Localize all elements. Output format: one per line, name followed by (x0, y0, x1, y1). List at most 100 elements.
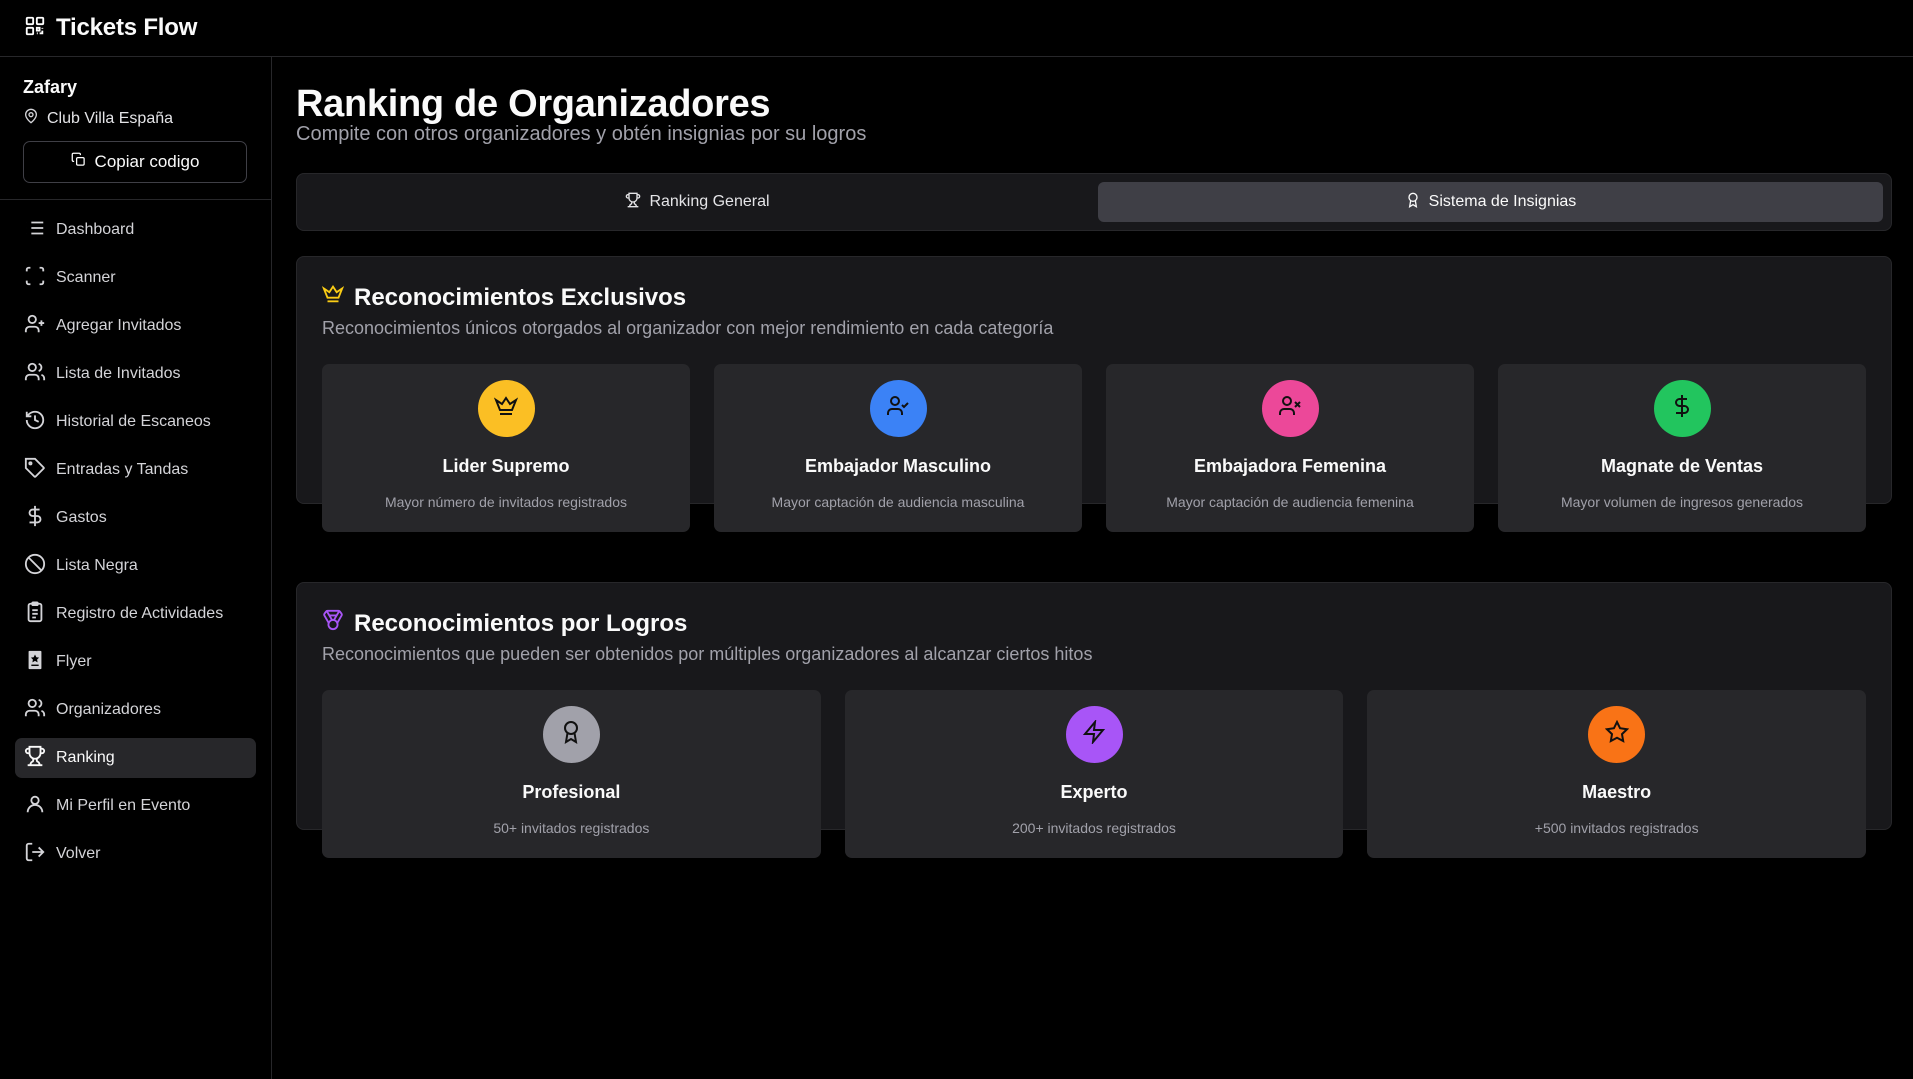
user-x-icon (1278, 394, 1302, 423)
user-check-icon (886, 394, 910, 423)
organizer-name: Zafary (23, 77, 78, 97)
panel-description: Reconocimientos únicos otorgados al orga… (322, 318, 1054, 338)
page-subtitle: Compite con otros organizadores y obtén … (296, 123, 867, 145)
sidebar-item-my-profile[interactable]: Mi Perfil en Evento (15, 786, 256, 826)
venue: Club Villa España (23, 108, 248, 129)
badge-title: Maestro (1582, 782, 1652, 802)
award-icon (1405, 192, 1421, 213)
sidebar-item-scan-history[interactable]: Historial de Escaneos (15, 402, 256, 442)
sidebar-item-label: Historial de Escaneos (56, 413, 211, 430)
badge-circle (1065, 706, 1123, 763)
badge-circle (1588, 706, 1646, 763)
logout-icon (24, 841, 46, 868)
sidebar-item-label: Agregar Invitados (56, 317, 182, 334)
sidebar-item-activity-log[interactable]: Registro de Actividades (15, 594, 256, 634)
badge-card-embajadora-femenina: Embajadora Femenina Mayor captación de a… (1106, 364, 1474, 532)
badge-card-embajador-masculino: Embajador Masculino Mayor captación de a… (714, 364, 1082, 532)
sidebar-header: Zafary Club Villa España Copiar codigo (0, 57, 271, 200)
sidebar-item-scanner[interactable]: Scanner (15, 258, 256, 298)
app-logo[interactable]: Tickets Flow (24, 14, 197, 42)
crown-icon (321, 283, 345, 312)
achievement-recognitions-panel: Reconocimientos por Logros Reconocimient… (296, 582, 1892, 858)
app-title: Tickets Flow (56, 14, 198, 41)
card-grid: Lider Supremo Mayor número de invitados … (322, 364, 1866, 532)
sidebar-item-label: Dashboard (56, 221, 135, 238)
sidebar-item-expenses[interactable]: Gastos (15, 498, 256, 538)
sidebar-nav: Dashboard Scanner Agregar Invitados List… (0, 200, 271, 892)
user-icon (24, 793, 46, 820)
users-icon (24, 697, 46, 724)
card-grid: Profesional 50+ invitados registrados Ex… (322, 690, 1867, 858)
badge-description: Mayor captación de audiencia femenina (1166, 494, 1414, 510)
badge-circle (1261, 380, 1319, 437)
panel-description: Reconocimientos que pueden ser obtenidos… (322, 644, 1093, 664)
badge-title: Embajadora Femenina (1193, 456, 1387, 476)
panel-title: Reconocimientos por Logros (322, 609, 1866, 638)
badge-circle (477, 380, 535, 437)
badge-title: Magnate de Ventas (1600, 456, 1764, 476)
badge-card-profesional: Profesional 50+ invitados registrados (322, 690, 821, 858)
scan-icon (24, 265, 46, 292)
trophy-icon (24, 745, 46, 772)
copy-code-button[interactable]: Copiar codigo (23, 141, 247, 183)
sidebar-item-tickets[interactable]: Entradas y Tandas (15, 450, 256, 490)
badge-card-lider-supremo: Lider Supremo Mayor número de invitados … (322, 364, 690, 532)
sidebar-item-guest-list[interactable]: Lista de Invitados (15, 354, 256, 394)
badge-description: Mayor número de invitados registrados (384, 494, 627, 510)
sidebar-item-add-guests[interactable]: Agregar Invitados (15, 306, 256, 346)
panel-title-text: Reconocimientos por Logros (354, 609, 688, 637)
trophy-icon (625, 192, 641, 213)
list-icon (24, 217, 46, 244)
sidebar-item-flyer[interactable]: Flyer (15, 642, 256, 682)
sidebar-item-dashboard[interactable]: Dashboard (15, 210, 256, 250)
page-title: Ranking de Organizadores (296, 83, 771, 125)
sidebar-item-label: Entradas y Tandas (56, 461, 189, 478)
badge-card-experto: Experto 200+ invitados registrados (844, 690, 1344, 858)
user-plus-icon (24, 313, 46, 340)
users-icon (24, 361, 46, 388)
sidebar-item-back[interactable]: Volver (15, 834, 256, 874)
sidebar-item-ranking[interactable]: Ranking (15, 738, 256, 778)
tag-icon (24, 457, 46, 484)
sidebar: Zafary Club Villa España Copiar codigo D… (0, 57, 272, 1079)
sidebar-item-label: Organizadores (56, 701, 161, 718)
sidebar-item-label: Flyer (56, 653, 92, 670)
medal-icon (322, 609, 344, 638)
sidebar-item-label: Ranking (56, 749, 115, 766)
badge-title: Lider Supremo (442, 456, 570, 476)
tab-badge-system[interactable]: Sistema de Insignias (1098, 182, 1883, 222)
badge-card-magnate-de-ventas: Magnate de Ventas Mayor volumen de ingre… (1498, 364, 1866, 532)
award-icon (559, 720, 583, 749)
badge-circle (1653, 380, 1711, 437)
history-icon (24, 409, 46, 436)
clipboard-icon (24, 600, 46, 628)
crown-icon (493, 394, 519, 423)
zap-icon (1082, 718, 1106, 749)
dollar-icon (24, 505, 46, 532)
qr-code-icon (24, 15, 46, 42)
venue-name: Club Villa España (47, 109, 174, 127)
sidebar-item-label: Gastos (56, 509, 107, 526)
tab-bar: Ranking General Sistema de Insignias (296, 173, 1892, 231)
flyer-icon (24, 649, 46, 676)
sidebar-item-label: Lista de Invitados (56, 365, 181, 382)
sidebar-item-label: Mi Perfil en Evento (56, 797, 191, 814)
badge-description: 200+ invitados registrados (1012, 820, 1176, 836)
tab-ranking-general[interactable]: Ranking General (305, 182, 1090, 222)
sidebar-item-label: Lista Negra (56, 557, 138, 574)
map-pin-icon (23, 108, 39, 129)
dollar-icon (1670, 394, 1694, 423)
badge-circle (542, 706, 600, 763)
sidebar-item-label: Volver (56, 845, 101, 862)
sidebar-item-blacklist[interactable]: Lista Negra (15, 546, 256, 586)
badge-description: +500 invitados registrados (1534, 820, 1699, 836)
badge-description: Mayor captación de audiencia masculina (771, 494, 1025, 510)
sidebar-item-label: Scanner (56, 269, 116, 286)
badge-circle (869, 380, 927, 437)
sidebar-item-label: Registro de Actividades (56, 605, 224, 622)
tab-label: Ranking General (649, 193, 770, 210)
sidebar-item-organizers[interactable]: Organizadores (15, 690, 256, 730)
copy-icon (71, 152, 86, 172)
star-icon (1604, 719, 1629, 749)
badge-description: 50+ invitados registrados (493, 820, 650, 836)
